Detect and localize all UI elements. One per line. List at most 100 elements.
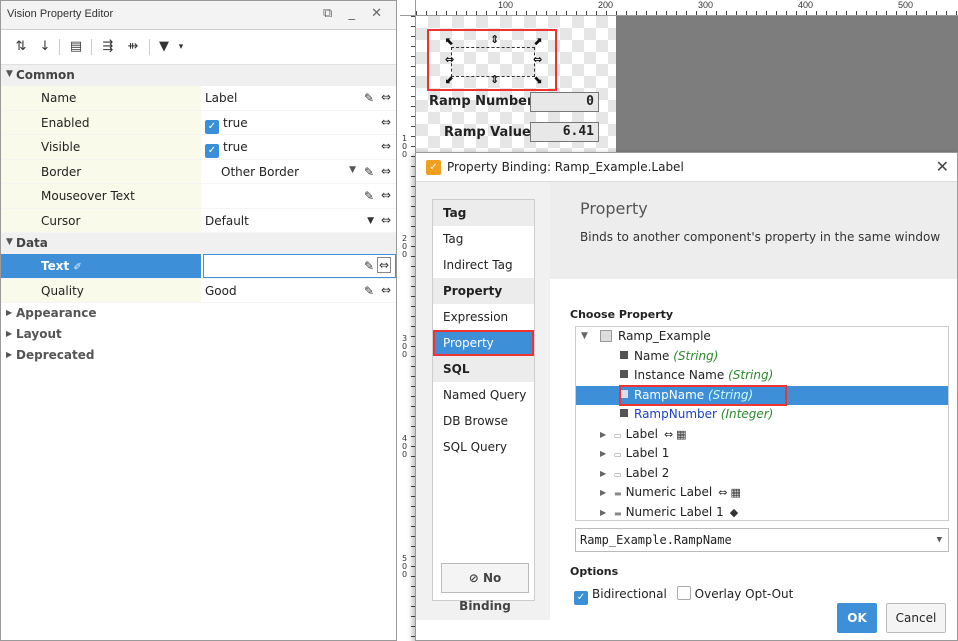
collapsed-arrow-icon[interactable]: ▶ (600, 444, 606, 464)
resize-handle-e-icon[interactable]: ⇔ (533, 53, 542, 66)
resize-handle-s-icon[interactable]: ⇕ (490, 73, 499, 86)
expand-arrow-icon[interactable]: ▼ (581, 327, 588, 347)
property-icon (620, 370, 628, 378)
binding-link-icon[interactable]: ⇔ (381, 115, 391, 129)
tree-node-property[interactable]: RampNumber (Integer) (576, 405, 948, 425)
sort-desc-icon[interactable]: ↓ (37, 39, 53, 55)
prop-row-cursor[interactable]: Cursor Default ▼ ⇔ (1, 208, 396, 233)
ruler-label: 500 (898, 0, 914, 10)
section-layout[interactable]: ▶ Layout (1, 324, 396, 345)
section-data[interactable]: ▼ Data (1, 233, 396, 254)
collapse-all-icon[interactable]: ⇻ (125, 39, 141, 55)
resize-handle-sw-icon[interactable]: ⬋ (445, 73, 454, 86)
edit-icon[interactable]: ✎ (364, 189, 374, 203)
translate-icon: ✐ (73, 262, 82, 273)
tree-node-component[interactable]: ▶ ▭ Label 2 (576, 464, 948, 484)
close-icon[interactable]: ✕ (936, 157, 949, 176)
resize-handle-nw-icon[interactable]: ⬉ (445, 35, 454, 48)
checkbox-checked-icon[interactable]: ✓ (205, 119, 219, 134)
tree-node-property[interactable]: Name (String) (576, 347, 948, 367)
sort-asc-icon[interactable]: ⇅ (13, 39, 29, 55)
ramp-number-label[interactable]: Ramp Number (429, 94, 533, 109)
binding-link-icon[interactable]: ⇔ (381, 283, 391, 297)
collapsed-arrow-icon[interactable]: ▶ (600, 425, 606, 445)
prop-row-text[interactable]: Text ✐ ✎ ⇔ (1, 254, 396, 279)
selection-highlight (619, 385, 787, 406)
checkbox-checked-icon[interactable]: ✓ (205, 144, 219, 158)
tree-node-component[interactable]: ▶ ▭ Label ⇔ ▦ (576, 425, 948, 445)
ramp-value-label[interactable]: Ramp Value (444, 125, 531, 140)
prop-label: Quality (1, 278, 201, 302)
bidirectional-checkbox[interactable]: ✓ (574, 591, 588, 605)
nav-item-expression[interactable]: Expression (433, 304, 534, 330)
dropdown-caret-icon[interactable]: ▼ (349, 165, 356, 175)
tree-node-property[interactable]: Instance Name (String) (576, 366, 948, 386)
binding-link-icon[interactable]: ⇔ (381, 213, 391, 227)
nav-item-tag[interactable]: Tag (433, 226, 534, 252)
filter-dropdown-icon[interactable]: ▾ (173, 39, 189, 55)
prop-row-visible[interactable]: Visible ✓ true ⇔ (1, 135, 396, 160)
resize-handle-w-icon[interactable]: ⇔ (445, 53, 454, 66)
tree-node-component[interactable]: ▶ ▭ Label 1 (576, 444, 948, 464)
ruler-label: 300 (698, 0, 714, 10)
no-binding-button[interactable]: ⊘ No Binding (441, 563, 529, 613)
bidirectional-label[interactable]: Bidirectional (592, 587, 667, 601)
toolbar-divider (59, 39, 60, 55)
property-binding-dialog: ✓ Property Binding: Ramp_Example.Label ✕… (415, 152, 958, 641)
toolbar-divider (91, 39, 92, 55)
section-deprecated[interactable]: ▶ Deprecated (1, 345, 396, 366)
property-tree[interactable]: ▼ Ramp_Example Name (String) Instance Na… (575, 326, 949, 521)
resize-handle-se-icon[interactable]: ⬊ (533, 73, 542, 86)
expand-all-icon[interactable]: ⇶ (100, 39, 116, 55)
prop-row-quality[interactable]: Quality Good ✎ ⇔ (1, 278, 396, 303)
nav-item-sql-query[interactable]: SQL Query (433, 434, 534, 460)
edit-icon[interactable]: ✎ (364, 284, 374, 298)
tree-node-root[interactable]: ▼ Ramp_Example (576, 327, 948, 347)
property-path-combo[interactable]: Ramp_Example.RampName ▼ (575, 528, 949, 552)
nav-group-tag: Tag (433, 200, 534, 226)
binding-link-icon[interactable]: ⇔ (381, 164, 391, 178)
collapsed-arrow-icon[interactable]: ▶ (600, 503, 606, 521)
tree-node-component[interactable]: ▶ ▬ Numeric Label 1 ◆ (576, 503, 948, 521)
nav-item-property[interactable]: Property (433, 330, 534, 356)
nav-item-indirect-tag[interactable]: Indirect Tag (433, 252, 534, 278)
nav-item-db-browse[interactable]: DB Browse (433, 408, 534, 434)
collapsed-arrow-icon: ▶ (6, 308, 13, 317)
prop-row-mouseover-text[interactable]: Mouseover Text ✎ ⇔ (1, 184, 396, 209)
prop-value[interactable]: ✓ true (203, 135, 396, 159)
grid-view-icon[interactable]: ▤ (68, 39, 84, 55)
section-appearance[interactable]: ▶ Appearance (1, 303, 396, 324)
window-buttons[interactable]: ⧉ _ ✕ (323, 6, 388, 21)
binding-link-icon[interactable]: ⇔ (381, 139, 391, 153)
property-icon (620, 409, 628, 417)
ok-button[interactable]: OK (837, 603, 877, 633)
binding-link-icon[interactable]: ⇔ (376, 257, 391, 273)
dropdown-caret-icon[interactable]: ▼ (367, 216, 374, 226)
filter-icon[interactable]: ▼ (156, 39, 172, 55)
prop-value[interactable]: ✓ true (203, 111, 396, 135)
binding-link-icon[interactable]: ⇔ (381, 90, 391, 104)
nav-item-named-query[interactable]: Named Query (433, 382, 534, 408)
prop-row-enabled[interactable]: Enabled ✓ true ⇔ (1, 110, 396, 135)
prop-label: Enabled (1, 110, 201, 134)
edit-icon[interactable]: ✎ (364, 91, 374, 105)
binding-link-icon[interactable]: ⇔ (381, 188, 391, 202)
selected-label-component[interactable]: ⬉ ⇕ ⬈ ⇔ ⇔ ⬋ ⇕ ⬊ (427, 29, 557, 91)
ruler-corner (400, 0, 416, 16)
ramp-number-field[interactable]: 0 (530, 92, 599, 112)
overlay-opt-out-label[interactable]: Overlay Opt-Out (695, 587, 794, 601)
cancel-button[interactable]: Cancel (886, 603, 946, 633)
collapsed-arrow-icon[interactable]: ▶ (600, 483, 606, 503)
collapsed-arrow-icon[interactable]: ▶ (600, 464, 606, 484)
prop-row-name[interactable]: Name Label ✎ ⇔ (1, 86, 396, 111)
prop-row-border[interactable]: Border Other Border ▼ ✎ ⇔ (1, 159, 396, 184)
section-common[interactable]: ▼ Common (1, 65, 396, 86)
chevron-down-icon[interactable]: ▼ (937, 529, 942, 551)
resize-handle-n-icon[interactable]: ⇕ (490, 33, 499, 46)
edit-icon[interactable]: ✎ (364, 259, 374, 273)
overlay-opt-out-checkbox[interactable] (676, 586, 691, 600)
ramp-value-field[interactable]: 6.41 (530, 122, 599, 142)
tree-node-component[interactable]: ▶ ▬ Numeric Label ⇔ ▦ (576, 483, 948, 503)
resize-handle-ne-icon[interactable]: ⬈ (533, 35, 542, 48)
edit-icon[interactable]: ✎ (364, 165, 374, 179)
